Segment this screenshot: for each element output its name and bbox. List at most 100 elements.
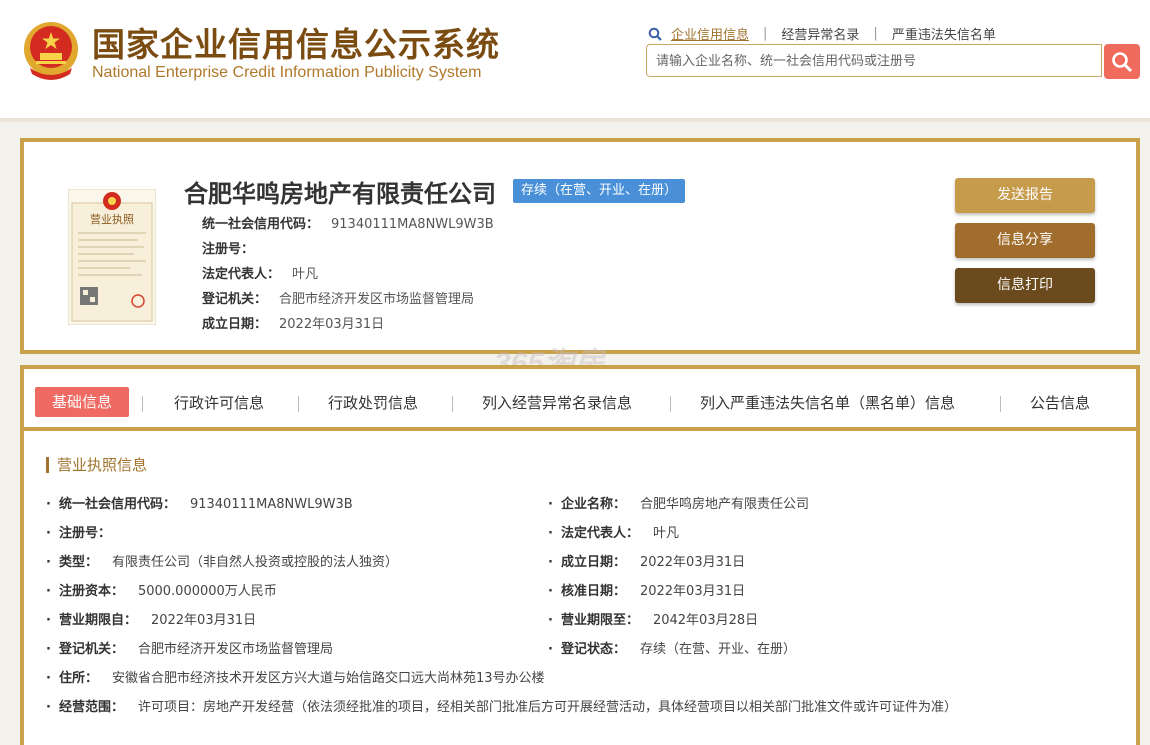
bullet: · — [548, 584, 553, 599]
field-value: 2022年03月31日 — [150, 613, 257, 628]
info-panel: 基础信息 行政许可信息 行政处罚信息 列入经营异常名录信息 列入严重违法失信名单… — [20, 365, 1140, 745]
bullet: · — [46, 671, 51, 686]
share-info-button[interactable]: 信息分享 — [955, 223, 1095, 258]
nav-divider: | — [763, 26, 768, 41]
field-value: 91340111MA8NWL9W3B — [331, 217, 494, 232]
field-value: 2042年03月28日 — [652, 613, 759, 628]
nav-link-blacklist[interactable]: 严重违法失信名单 — [892, 24, 996, 43]
field-established: · 成立日期： 2022年03月31日 — [548, 551, 745, 570]
field-value: 安徽省合肥市经济技术开发区方兴大道与始信路交口远大尚林苑13号办公楼 — [111, 671, 545, 686]
tab-divider — [142, 396, 143, 412]
tab-divider — [670, 396, 671, 412]
field-label: 经营范围： — [58, 700, 124, 715]
search-icon — [648, 27, 662, 41]
site-header: 国家企业信用信息公示系统 National Enterprise Credit … — [0, 0, 1150, 122]
field-value: 合肥市经济开发区市场监督管理局 — [279, 292, 475, 307]
field-term-from: · 营业期限自： 2022年03月31日 — [46, 609, 256, 628]
field-term-to: · 营业期限至： 2042年03月28日 — [548, 609, 758, 628]
card-field-authority: 登记机关： 合肥市经济开发区市场监督管理局 — [202, 288, 474, 307]
tab-basic-info[interactable]: 基础信息 — [35, 387, 130, 417]
search-input[interactable] — [654, 46, 1098, 77]
bullet: · — [46, 613, 51, 628]
field-address: · 住所： 安徽省合肥市经济技术开发区方兴大道与始信路交口远大尚林苑13号办公楼 — [46, 667, 545, 686]
bullet: · — [548, 526, 553, 541]
field-value: 5000.000000万人民币 — [137, 584, 277, 599]
field-label: 成立日期： — [560, 555, 626, 570]
top-nav: 企业信用信息 | 经营异常名录 | 严重违法失信名单 — [648, 24, 996, 43]
site-title-en: National Enterprise Credit Information P… — [92, 64, 482, 81]
field-type: · 类型： 有限责任公司（非自然人投资或控股的法人独资） — [46, 551, 398, 570]
bullet: · — [548, 555, 553, 570]
bullet: · — [548, 613, 553, 628]
tab-divider — [452, 396, 453, 412]
bullet: · — [46, 584, 51, 599]
bullet: · — [46, 497, 51, 512]
field-label: 企业名称： — [560, 497, 626, 512]
company-card: 营业执照 合肥华鸣房地产有限责任公司 存续（在营、开业、在册） 统一社会信用代码… — [20, 138, 1140, 354]
card-field-legal-rep: 法定代表人： 叶凡 — [202, 263, 318, 282]
field-value: 存续（在营、开业、在册） — [639, 642, 796, 657]
card-field-reg-no: 注册号： — [202, 238, 266, 257]
tab-abnormal-list[interactable]: 列入经营异常名录信息 — [482, 389, 632, 417]
send-report-button[interactable]: 发送报告 — [955, 178, 1095, 213]
bullet: · — [46, 700, 51, 715]
field-company-name: · 企业名称： 合肥华鸣房地产有限责任公司 — [548, 493, 809, 512]
field-value: 91340111MA8NWL9W3B — [189, 497, 353, 512]
field-value: 许可项目：房地产开发经营（依法须经批准的项目，经相关部门批准后方可开展经营活动，… — [137, 700, 957, 715]
tab-admin-license[interactable]: 行政许可信息 — [174, 389, 264, 417]
bullet: · — [548, 642, 553, 657]
tab-bar: 基础信息 行政许可信息 行政处罚信息 列入经营异常名录信息 列入严重违法失信名单… — [24, 369, 1136, 431]
field-business-scope: · 经营范围： 许可项目：房地产开发经营（依法须经批准的项目，经相关部门批准后方可开… — [46, 696, 957, 715]
field-label: 营业期限自： — [58, 613, 137, 628]
field-label: 登记状态： — [560, 642, 626, 657]
field-value: 2022年03月31日 — [639, 555, 746, 570]
field-authority: · 登记机关： 合肥市经济开发区市场监督管理局 — [46, 638, 333, 657]
bullet: · — [46, 526, 51, 541]
field-label: 住所： — [58, 671, 98, 686]
field-value: 叶凡 — [292, 267, 319, 282]
field-reg-no: · 注册号： — [46, 522, 125, 541]
card-field-established: 成立日期： 2022年03月31日 — [202, 313, 384, 332]
company-name: 合肥华鸣房地产有限责任公司 — [184, 180, 496, 208]
bullet: · — [548, 497, 553, 512]
field-label: 成立日期： — [202, 317, 268, 332]
nav-link-credit-info[interactable]: 企业信用信息 — [671, 24, 749, 43]
bullet: · — [46, 642, 51, 657]
search-icon — [1112, 51, 1133, 72]
field-approved: · 核准日期： 2022年03月31日 — [548, 580, 745, 599]
tab-divider — [1000, 396, 1001, 412]
tab-announcements[interactable]: 公告信息 — [1030, 389, 1090, 417]
search-button[interactable] — [1104, 44, 1140, 79]
field-label: 核准日期： — [560, 584, 626, 599]
search-box — [646, 44, 1102, 77]
section-title: 营业执照信息 — [46, 457, 147, 473]
field-legal-rep: · 法定代表人： 叶凡 — [548, 522, 679, 541]
field-credit-code: · 统一社会信用代码： 91340111MA8NWL9W3B — [46, 493, 353, 512]
field-label: 法定代表人： — [560, 526, 639, 541]
bullet: · — [46, 555, 51, 570]
field-value: 合肥市经济开发区市场监督管理局 — [137, 642, 333, 657]
business-license-image: 营业执照 — [68, 189, 156, 325]
field-value: 有限责任公司（非自然人投资或控股的法人独资） — [111, 555, 398, 570]
field-value: 合肥华鸣房地产有限责任公司 — [639, 497, 809, 512]
field-label: 注册号： — [202, 242, 255, 257]
field-reg-status: · 登记状态： 存续（在营、开业、在册） — [548, 638, 796, 657]
status-badge: 存续（在营、开业、在册） — [513, 179, 686, 203]
field-label: 统一社会信用代码： — [202, 217, 320, 232]
tab-blacklist[interactable]: 列入严重违法失信名单（黑名单）信息 — [700, 389, 955, 417]
field-label: 登记机关： — [58, 642, 124, 657]
tab-divider — [298, 396, 299, 412]
tab-admin-penalty[interactable]: 行政处罚信息 — [328, 389, 418, 417]
field-value: 2022年03月31日 — [279, 317, 385, 332]
national-emblem-icon — [24, 22, 78, 80]
field-label: 注册资本： — [58, 584, 124, 599]
print-info-button[interactable]: 信息打印 — [955, 268, 1095, 303]
license-title: 营业执照 — [90, 212, 134, 226]
nav-link-abnormal-list[interactable]: 经营异常名录 — [781, 24, 859, 43]
field-value: 2022年03月31日 — [639, 584, 746, 599]
nav-divider: | — [873, 26, 878, 41]
field-label: 注册号： — [58, 526, 111, 541]
card-field-credit-code: 统一社会信用代码： 91340111MA8NWL9W3B — [202, 213, 494, 232]
field-label: 统一社会信用代码： — [58, 497, 176, 512]
site-title-cn: 国家企业信用信息公示系统 — [92, 25, 500, 64]
